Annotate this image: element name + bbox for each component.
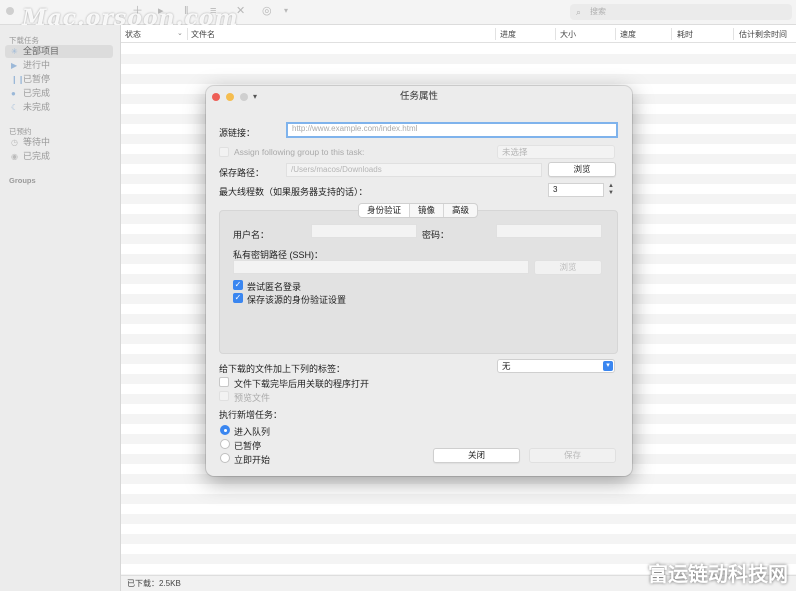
max-threads-value: 3	[553, 185, 558, 194]
radio-queue[interactable]	[220, 425, 230, 435]
preview-file-checkbox[interactable]	[219, 391, 229, 401]
save-auth-checkbox[interactable]: ✓	[233, 293, 243, 303]
open-after-label: 文件下载完毕后用关联的程序打开	[234, 379, 370, 389]
column-divider	[615, 28, 616, 40]
search-input[interactable]: ⌕ 搜索	[570, 4, 792, 20]
tags-label: 给下载的文件加上下列的标签：	[219, 364, 346, 374]
sidebar-item-label: 已完成	[23, 88, 51, 98]
column-speed[interactable]: 速度	[620, 29, 636, 40]
column-divider	[495, 28, 496, 40]
column-divider	[671, 28, 672, 40]
column-size[interactable]: 大小	[560, 29, 576, 40]
sidebar-item-label: 已暂停	[23, 74, 51, 84]
preview-file-label: 预览文件	[234, 393, 271, 403]
open-after-checkbox[interactable]	[219, 377, 229, 387]
moon-icon: ☾	[11, 103, 19, 112]
max-threads-input[interactable]: 3	[548, 183, 604, 197]
username-input[interactable]	[311, 224, 417, 238]
save-path-value: /Users/macos/Downloads	[291, 165, 382, 174]
column-divider	[733, 28, 734, 40]
column-progress[interactable]: 进度	[500, 29, 516, 40]
sidebar-item-paused[interactable]: ❙❙已暂停	[5, 73, 113, 86]
username-label: 用户名：	[233, 230, 270, 240]
radio-queue-label: 进入队列	[234, 427, 271, 437]
save-button[interactable]: 保存	[529, 448, 616, 463]
sidebar-item-completed[interactable]: ● 已完成	[5, 87, 113, 100]
assign-group-label: Assign following group to this task:	[234, 147, 365, 157]
downloaded-total: 已下载：2.5KB	[127, 579, 181, 588]
clock-icon: ◷	[11, 138, 18, 147]
radio-paused-label: 已暂停	[234, 441, 262, 451]
sidebar-item-incomplete[interactable]: ☾ 未完成	[5, 101, 113, 114]
max-threads-label: 最大线程数（如果服务器支持的话）：	[219, 187, 368, 197]
sidebar: 下载任务 ✳ 全部项目 ▶ 进行中 ❙❙已暂停 ● 已完成 ☾ 未完成 已预约 ◷ 等待中…	[0, 25, 121, 591]
save-auth-label: 保存该源的身份验证设置	[247, 295, 347, 305]
chevron-down-icon[interactable]: ▾	[284, 5, 288, 17]
column-elapsed[interactable]: 耗时	[677, 29, 693, 40]
assign-group-checkbox[interactable]	[219, 147, 229, 157]
tab-bar: 身份验证 镜像 高级	[358, 203, 479, 218]
save-path-input[interactable]: /Users/macos/Downloads	[286, 163, 542, 177]
password-label: 密码：	[422, 230, 450, 240]
source-label: 源链接：	[219, 128, 256, 138]
table-header: 状态 ⌄ 文件名 进度 大小 速度 耗时 估计剩余时间	[121, 25, 796, 43]
browse-button[interactable]: 浏览	[548, 162, 616, 177]
sidebar-item-all[interactable]: ✳ 全部项目	[5, 45, 113, 58]
tab-advanced[interactable]: 高级	[444, 204, 477, 217]
task-properties-dialog: ▾ 任务属性 源链接： http://www.example.com/index…	[206, 86, 632, 476]
chevron-down-icon[interactable]: ⌄	[177, 29, 183, 37]
column-remaining[interactable]: 估计剩余时间	[739, 29, 787, 40]
sidebar-item-label: 等待中	[23, 137, 51, 147]
schedule-icon[interactable]: ◎	[262, 5, 272, 17]
dialog-title: 任务属性	[399, 91, 438, 102]
column-filename[interactable]: 文件名	[191, 29, 215, 40]
tab-mirrors[interactable]: 镜像	[410, 204, 445, 217]
sidebar-item-label: 进行中	[23, 60, 51, 70]
ssh-key-input[interactable]	[233, 260, 529, 274]
sidebar-section-groups: Groups	[9, 176, 36, 185]
close-button[interactable]: 关闭	[433, 448, 520, 463]
sidebar-item-waiting[interactable]: ◷ 等待中	[5, 136, 113, 149]
sidebar-item-in-progress[interactable]: ▶ 进行中	[5, 59, 113, 72]
column-status[interactable]: 状态	[125, 29, 141, 40]
radio-paused[interactable]	[220, 439, 230, 449]
ssh-browse-button[interactable]: 浏览	[534, 260, 602, 275]
search-icon: ⌕	[576, 7, 582, 17]
password-input[interactable]	[496, 224, 602, 238]
sidebar-item-scheduled-done[interactable]: ◉ 已完成	[5, 150, 113, 163]
column-divider	[187, 28, 188, 40]
check-circle-icon: ◉	[11, 152, 18, 161]
save-path-label: 保存路径：	[219, 168, 265, 178]
chevron-down-icon: ▾	[603, 361, 613, 371]
tab-authentication[interactable]: 身份验证	[359, 204, 411, 217]
assign-group-select[interactable]: 未选择	[497, 145, 615, 159]
sidebar-item-label: 已完成	[23, 151, 51, 161]
toolbar: ＋ ▸ ‖ ≡ ✕ ◎ ▾ Mac.orsoon.com ⌕ 搜索	[0, 0, 796, 31]
asterisk-icon: ✳	[11, 47, 18, 56]
dot-icon: ●	[11, 89, 16, 98]
run-label: 执行新增任务：	[219, 410, 283, 420]
radio-start-now[interactable]	[220, 453, 230, 463]
radio-start-now-label: 立即开始	[234, 455, 271, 465]
search-placeholder: 搜索	[590, 7, 606, 16]
tags-select[interactable]: 无 ▾	[497, 359, 615, 373]
window-close-button[interactable]	[6, 7, 14, 15]
pause-icon: ❙❙	[11, 75, 25, 84]
tags-value: 无	[502, 361, 511, 371]
max-threads-stepper[interactable]: ▲ ▼	[607, 183, 615, 197]
try-anonymous-label: 尝试匿名登录	[247, 282, 302, 292]
column-divider	[555, 28, 556, 40]
source-url-placeholder: http://www.example.com/index.html	[292, 124, 418, 133]
source-url-input[interactable]: http://www.example.com/index.html	[286, 122, 618, 138]
try-anonymous-checkbox[interactable]: ✓	[233, 280, 243, 290]
sidebar-item-label: 未完成	[23, 102, 51, 112]
assign-group-value: 未选择	[502, 147, 528, 157]
corner-watermark: 富运链动科技网	[648, 562, 788, 586]
play-icon: ▶	[11, 61, 18, 70]
sidebar-item-label: 全部项目	[23, 46, 60, 56]
